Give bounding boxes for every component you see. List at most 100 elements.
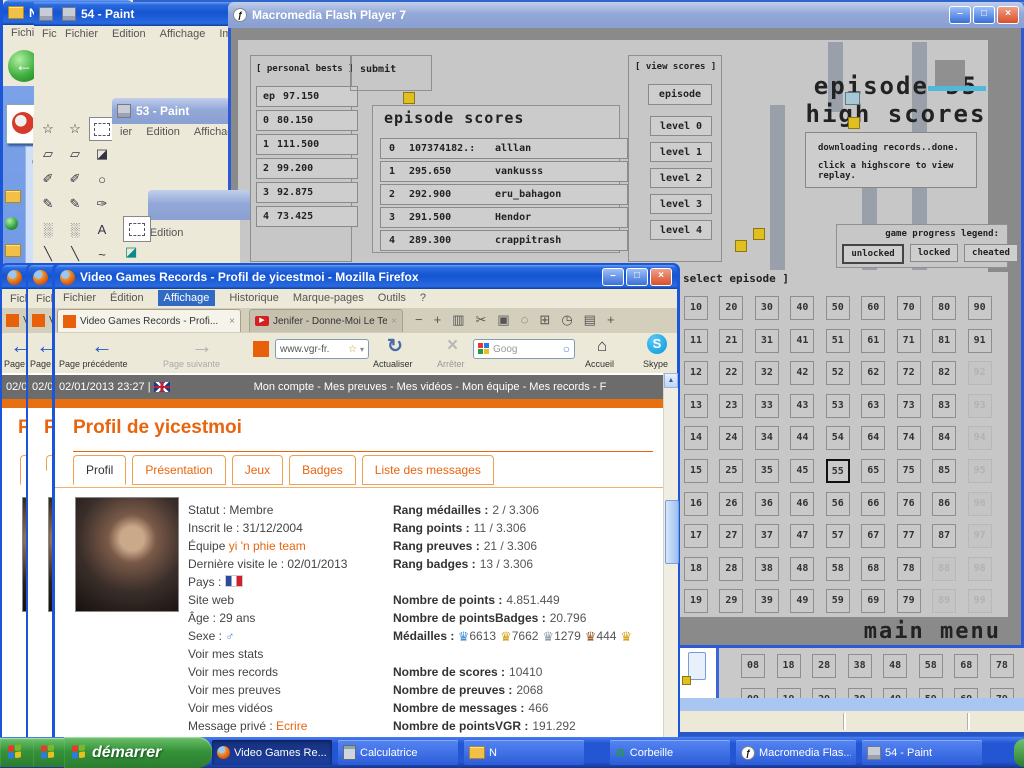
episode-cell-95[interactable]: 95 bbox=[968, 459, 992, 483]
menu-marquepages[interactable]: Marque-pages bbox=[293, 292, 364, 304]
episode-cell-21[interactable]: 21 bbox=[719, 329, 743, 353]
episode-cell-46[interactable]: 46 bbox=[790, 492, 814, 516]
episode-cell-98[interactable]: 98 bbox=[968, 557, 992, 581]
paint52-menu-item[interactable]: Edition bbox=[150, 227, 184, 239]
mp-ecrire-link[interactable]: Ecrire bbox=[276, 719, 307, 733]
episode-cell-82[interactable]: 82 bbox=[932, 361, 956, 385]
search-magnifier-icon[interactable]: ○ bbox=[563, 342, 570, 356]
close-button[interactable]: × bbox=[997, 6, 1019, 24]
topbar-links[interactable]: Mon compte - Mes preuves - Mes vidéos - … bbox=[254, 381, 607, 393]
episode-score-row[interactable]: 1295.650vankusss bbox=[380, 161, 628, 182]
paint53-menu-item[interactable]: Affichage bbox=[194, 126, 230, 138]
level-3-button[interactable]: level 3 bbox=[650, 194, 712, 214]
refresh-label[interactable]: Actualiser bbox=[373, 359, 413, 369]
paint53-menu-item[interactable]: Edition bbox=[146, 126, 180, 138]
episode-cell-44[interactable]: 44 bbox=[790, 426, 814, 450]
episode-cell-93[interactable]: 93 bbox=[968, 394, 992, 418]
skype-icon[interactable]: S bbox=[647, 334, 667, 354]
episode-score-row[interactable]: 0107374182.:alllan bbox=[380, 138, 628, 159]
episode-cell-24[interactable]: 24 bbox=[719, 426, 743, 450]
episode-cell-92[interactable]: 92 bbox=[968, 361, 992, 385]
skype-label[interactable]: Skype bbox=[643, 359, 668, 369]
eraser-tool-button[interactable]: ▱ bbox=[35, 142, 61, 166]
taskbar-item-corbeille[interactable]: ♻Corbeille bbox=[610, 740, 730, 765]
cut-icon[interactable]: ✂ bbox=[475, 312, 486, 328]
episode-cell-63[interactable]: 63 bbox=[861, 394, 885, 418]
search-field[interactable]: Goog ○ bbox=[473, 339, 575, 359]
episode-cell-62[interactable]: 62 bbox=[861, 361, 885, 385]
episode-cell-27[interactable]: 27 bbox=[719, 524, 743, 548]
episode-cell-88[interactable]: 88 bbox=[932, 557, 956, 581]
enlarge-text-icon[interactable]: + bbox=[434, 312, 442, 328]
episode-cell-61[interactable]: 61 bbox=[861, 329, 885, 353]
level-0-button[interactable]: level 0 bbox=[650, 116, 712, 136]
episode-score-row[interactable]: 3291.500Hendor bbox=[380, 207, 628, 228]
episode-cell-75[interactable]: 75 bbox=[897, 459, 921, 483]
episode-cell-48[interactable]: 48 bbox=[790, 557, 814, 581]
submit-button[interactable]: submit bbox=[360, 64, 396, 75]
taskbar-item-calculatrice[interactable]: Calculatrice bbox=[338, 740, 458, 765]
menu-[interactable]: ? bbox=[420, 292, 426, 304]
episode-cell-10[interactable]: 10 bbox=[684, 296, 708, 320]
episode-cell-52[interactable]: 52 bbox=[826, 361, 850, 385]
profile-tab-jeux[interactable]: Jeux bbox=[232, 455, 283, 485]
home-icon[interactable]: ⌂ bbox=[597, 336, 607, 356]
menu-dition[interactable]: Édition bbox=[110, 292, 144, 304]
episode-cell-25[interactable]: 25 bbox=[719, 459, 743, 483]
episode-cell-87[interactable]: 87 bbox=[932, 524, 956, 548]
episode-score-row[interactable]: 4289.300crappitrash bbox=[380, 230, 628, 251]
sidebar-folder-icon[interactable] bbox=[5, 244, 21, 257]
episode-cell-70[interactable]: 70 bbox=[897, 296, 921, 320]
episode-cell-56[interactable]: 56 bbox=[826, 492, 850, 516]
episode-cell-60[interactable]: 60 bbox=[861, 296, 885, 320]
new-window-icon[interactable]: ⊞ bbox=[539, 312, 550, 328]
profile-link[interactable]: Voir mes preuves bbox=[188, 683, 388, 701]
episode-cell-42[interactable]: 42 bbox=[790, 361, 814, 385]
episode-cell-79[interactable]: 79 bbox=[897, 589, 921, 613]
episode-cell-80[interactable]: 80 bbox=[932, 296, 956, 320]
episode-cell-96[interactable]: 96 bbox=[968, 492, 992, 516]
episode-cell-97[interactable]: 97 bbox=[968, 524, 992, 548]
profile-tab-liste-des-messages[interactable]: Liste des messages bbox=[362, 455, 494, 485]
forward-arrow-icon[interactable]: → bbox=[191, 333, 213, 359]
episode-cell-14[interactable]: 14 bbox=[684, 426, 708, 450]
episode-cell-51[interactable]: 51 bbox=[826, 329, 850, 353]
eraser-tool-button[interactable]: ▱ bbox=[62, 142, 88, 166]
episode-cell-36[interactable]: 36 bbox=[755, 492, 779, 516]
airbrush-tool-button[interactable]: ░ bbox=[62, 217, 88, 241]
maximize-button[interactable]: □ bbox=[973, 6, 995, 24]
taskbar-item-macromedia-flas---[interactable]: ƒMacromedia Flas... bbox=[736, 740, 856, 765]
sidebar-globe-icon[interactable] bbox=[5, 217, 18, 230]
tab-vgr-profile[interactable]: Video Games Records - Profi... × bbox=[57, 309, 241, 332]
paste-icon[interactable]: ▥ bbox=[452, 312, 464, 328]
stop-label[interactable]: Arrêter bbox=[437, 359, 465, 369]
paint54-menu-item[interactable]: Edition bbox=[112, 28, 146, 40]
episode-cell-28[interactable]: 28 bbox=[719, 557, 743, 581]
copy-icon[interactable]: ▣ bbox=[497, 312, 509, 328]
sidebar-folder-icon[interactable] bbox=[5, 190, 21, 203]
profile-tab-pr-sentation[interactable]: Présentation bbox=[132, 455, 225, 485]
paint54-menu-item[interactable]: Fichier bbox=[65, 28, 98, 40]
episode-cell-20[interactable]: 20 bbox=[719, 296, 743, 320]
uk-flag-icon[interactable] bbox=[154, 382, 170, 392]
paint-sliver-menu[interactable]: Fichi bbox=[34, 26, 58, 42]
episode-cell-41[interactable]: 41 bbox=[790, 329, 814, 353]
menu-outils[interactable]: Outils bbox=[378, 292, 406, 304]
episode-cell-69[interactable]: 69 bbox=[861, 589, 885, 613]
episode-cell-23[interactable]: 23 bbox=[719, 394, 743, 418]
episode-cell-54[interactable]: 54 bbox=[826, 426, 850, 450]
level-1-button[interactable]: level 1 bbox=[650, 142, 712, 162]
episode-score-row[interactable]: 2292.900eru_bahagon bbox=[380, 184, 628, 205]
taskbar-item-n[interactable]: N bbox=[464, 740, 584, 765]
paint53-menu-item[interactable]: ier bbox=[120, 126, 132, 138]
episode-cell-71[interactable]: 71 bbox=[897, 329, 921, 353]
episode-cell-84[interactable]: 84 bbox=[932, 426, 956, 450]
episode-cell-43[interactable]: 43 bbox=[790, 394, 814, 418]
rect-select-tool-button[interactable] bbox=[123, 216, 151, 242]
episode-cell-13[interactable]: 13 bbox=[684, 394, 708, 418]
free-select-tool-button[interactable]: ☆ bbox=[62, 117, 88, 141]
episode-cell-32[interactable]: 32 bbox=[755, 361, 779, 385]
episode-cell-30[interactable]: 30 bbox=[755, 296, 779, 320]
url-dropdown-icon[interactable]: ▾ bbox=[360, 345, 364, 354]
loading-spinner-icon[interactable]: ◌ bbox=[521, 312, 529, 328]
